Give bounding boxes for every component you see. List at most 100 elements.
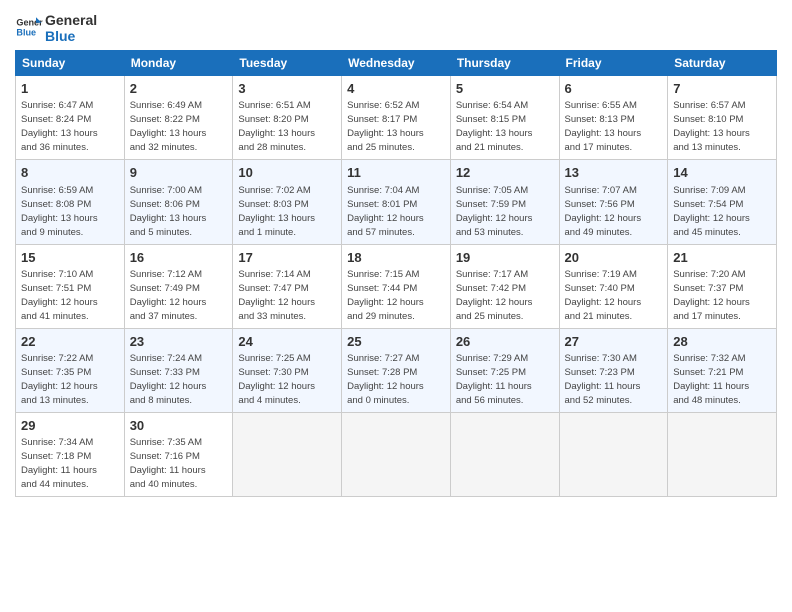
day-number: 3: [238, 80, 336, 98]
day-number: 14: [673, 164, 771, 182]
day-info: Sunrise: 6:47 AM Sunset: 8:24 PM Dayligh…: [21, 100, 98, 153]
day-number: 21: [673, 249, 771, 267]
day-number: 29: [21, 417, 119, 435]
day-info: Sunrise: 7:32 AM Sunset: 7:21 PM Dayligh…: [673, 353, 749, 406]
calendar-day-16: 16 Sunrise: 7:12 AM Sunset: 7:49 PM Dayli…: [124, 244, 233, 328]
day-info: Sunrise: 7:02 AM Sunset: 8:03 PM Dayligh…: [238, 185, 315, 238]
header-day-saturday: Saturday: [668, 51, 777, 76]
day-number: 24: [238, 333, 336, 351]
calendar-day-1: 1Sunrise: 6:47 AM Sunset: 8:24 PM Daylig…: [16, 76, 125, 160]
day-number: 27: [565, 333, 663, 351]
day-number: 17: [238, 249, 336, 267]
day-number: 15: [21, 249, 119, 267]
day-info: Sunrise: 7:27 AM Sunset: 7:28 PM Dayligh…: [347, 353, 424, 406]
day-number: 30: [130, 417, 228, 435]
calendar-table: SundayMondayTuesdayWednesdayThursdayFrid…: [15, 50, 777, 497]
calendar-day-17: 17 Sunrise: 7:14 AM Sunset: 7:47 PM Dayli…: [233, 244, 342, 328]
logo-text-blue: Blue: [45, 28, 97, 44]
logo-icon: General Blue: [15, 13, 43, 41]
calendar-day-13: 13 Sunrise: 7:07 AM Sunset: 7:56 PM Dayli…: [559, 160, 668, 244]
day-info: Sunrise: 7:00 AM Sunset: 8:06 PM Dayligh…: [130, 185, 207, 238]
logo: General Blue General Blue: [15, 10, 97, 44]
day-number: 9: [130, 164, 228, 182]
day-info: Sunrise: 7:34 AM Sunset: 7:18 PM Dayligh…: [21, 437, 97, 490]
calendar-header: SundayMondayTuesdayWednesdayThursdayFrid…: [16, 51, 777, 76]
calendar-day-7: 7Sunrise: 6:57 AM Sunset: 8:10 PM Daylig…: [668, 76, 777, 160]
calendar-day-18: 18Sunrise: 7:15 AM Sunset: 7:44 PM Dayli…: [342, 244, 451, 328]
day-number: 26: [456, 333, 554, 351]
day-number: 2: [130, 80, 228, 98]
day-info: Sunrise: 7:22 AM Sunset: 7:35 PM Dayligh…: [21, 353, 98, 406]
day-number: 23: [130, 333, 228, 351]
header-row: SundayMondayTuesdayWednesdayThursdayFrid…: [16, 51, 777, 76]
day-number: 11: [347, 164, 445, 182]
calendar-day-3: 3Sunrise: 6:51 AM Sunset: 8:20 PM Daylig…: [233, 76, 342, 160]
day-number: 4: [347, 80, 445, 98]
calendar-day-12: 12 Sunrise: 7:05 AM Sunset: 7:59 PM Dayli…: [450, 160, 559, 244]
day-number: 16: [130, 249, 228, 267]
day-info: Sunrise: 6:52 AM Sunset: 8:17 PM Dayligh…: [347, 100, 424, 153]
calendar-empty: [233, 412, 342, 496]
day-info: Sunrise: 7:14 AM Sunset: 7:47 PM Dayligh…: [238, 269, 315, 322]
calendar-day-10: 10 Sunrise: 7:02 AM Sunset: 8:03 PM Dayli…: [233, 160, 342, 244]
day-info: Sunrise: 7:07 AM Sunset: 7:56 PM Dayligh…: [565, 185, 642, 238]
day-info: Sunrise: 7:15 AM Sunset: 7:44 PM Dayligh…: [347, 269, 424, 322]
header-day-sunday: Sunday: [16, 51, 125, 76]
calendar-day-28: 28 Sunrise: 7:32 AM Sunset: 7:21 PM Dayli…: [668, 328, 777, 412]
calendar-week-4: 29 Sunrise: 7:34 AM Sunset: 7:18 PM Dayli…: [16, 412, 777, 496]
calendar-day-21: 21 Sunrise: 7:20 AM Sunset: 7:37 PM Dayli…: [668, 244, 777, 328]
calendar-week-1: 8 Sunrise: 6:59 AM Sunset: 8:08 PM Daylig…: [16, 160, 777, 244]
calendar-day-29: 29 Sunrise: 7:34 AM Sunset: 7:18 PM Dayli…: [16, 412, 125, 496]
day-info: Sunrise: 7:19 AM Sunset: 7:40 PM Dayligh…: [565, 269, 642, 322]
calendar-day-26: 26 Sunrise: 7:29 AM Sunset: 7:25 PM Dayli…: [450, 328, 559, 412]
day-info: Sunrise: 7:20 AM Sunset: 7:37 PM Dayligh…: [673, 269, 750, 322]
calendar-day-2: 2 Sunrise: 6:49 AM Sunset: 8:22 PM Daylig…: [124, 76, 233, 160]
day-number: 28: [673, 333, 771, 351]
day-info: Sunrise: 7:09 AM Sunset: 7:54 PM Dayligh…: [673, 185, 750, 238]
calendar-day-14: 14 Sunrise: 7:09 AM Sunset: 7:54 PM Dayli…: [668, 160, 777, 244]
day-info: Sunrise: 7:12 AM Sunset: 7:49 PM Dayligh…: [130, 269, 207, 322]
header-day-tuesday: Tuesday: [233, 51, 342, 76]
day-info: Sunrise: 7:17 AM Sunset: 7:42 PM Dayligh…: [456, 269, 533, 322]
calendar-day-5: 5Sunrise: 6:54 AM Sunset: 8:15 PM Daylig…: [450, 76, 559, 160]
day-number: 25: [347, 333, 445, 351]
header-day-monday: Monday: [124, 51, 233, 76]
day-number: 8: [21, 164, 119, 182]
calendar-day-25: 25 Sunrise: 7:27 AM Sunset: 7:28 PM Dayli…: [342, 328, 451, 412]
calendar-day-20: 20 Sunrise: 7:19 AM Sunset: 7:40 PM Dayli…: [559, 244, 668, 328]
calendar-day-23: 23 Sunrise: 7:24 AM Sunset: 7:33 PM Dayli…: [124, 328, 233, 412]
calendar-day-19: 19 Sunrise: 7:17 AM Sunset: 7:42 PM Dayli…: [450, 244, 559, 328]
day-info: Sunrise: 6:59 AM Sunset: 8:08 PM Dayligh…: [21, 185, 98, 238]
calendar-day-4: 4 Sunrise: 6:52 AM Sunset: 8:17 PM Daylig…: [342, 76, 451, 160]
calendar-empty: [342, 412, 451, 496]
day-info: Sunrise: 6:54 AM Sunset: 8:15 PM Dayligh…: [456, 100, 533, 153]
day-info: Sunrise: 7:04 AM Sunset: 8:01 PM Dayligh…: [347, 185, 424, 238]
day-number: 19: [456, 249, 554, 267]
calendar-week-2: 15 Sunrise: 7:10 AM Sunset: 7:51 PM Dayli…: [16, 244, 777, 328]
calendar-empty: [668, 412, 777, 496]
calendar-week-3: 22Sunrise: 7:22 AM Sunset: 7:35 PM Dayli…: [16, 328, 777, 412]
logo-text-general: General: [45, 12, 97, 28]
calendar-day-24: 24 Sunrise: 7:25 AM Sunset: 7:30 PM Dayli…: [233, 328, 342, 412]
day-info: Sunrise: 7:05 AM Sunset: 7:59 PM Dayligh…: [456, 185, 533, 238]
calendar-day-30: 30Sunrise: 7:35 AM Sunset: 7:16 PM Dayli…: [124, 412, 233, 496]
day-number: 20: [565, 249, 663, 267]
day-info: Sunrise: 7:10 AM Sunset: 7:51 PM Dayligh…: [21, 269, 98, 322]
calendar-body: 1Sunrise: 6:47 AM Sunset: 8:24 PM Daylig…: [16, 76, 777, 497]
day-number: 6: [565, 80, 663, 98]
day-number: 10: [238, 164, 336, 182]
day-info: Sunrise: 7:25 AM Sunset: 7:30 PM Dayligh…: [238, 353, 315, 406]
svg-text:Blue: Blue: [16, 27, 36, 37]
day-info: Sunrise: 6:57 AM Sunset: 8:10 PM Dayligh…: [673, 100, 750, 153]
day-info: Sunrise: 7:24 AM Sunset: 7:33 PM Dayligh…: [130, 353, 207, 406]
day-info: Sunrise: 7:29 AM Sunset: 7:25 PM Dayligh…: [456, 353, 532, 406]
calendar-empty: [559, 412, 668, 496]
day-info: Sunrise: 6:49 AM Sunset: 8:22 PM Dayligh…: [130, 100, 207, 153]
day-info: Sunrise: 6:55 AM Sunset: 8:13 PM Dayligh…: [565, 100, 642, 153]
calendar-day-22: 22Sunrise: 7:22 AM Sunset: 7:35 PM Dayli…: [16, 328, 125, 412]
day-number: 12: [456, 164, 554, 182]
day-info: Sunrise: 7:30 AM Sunset: 7:23 PM Dayligh…: [565, 353, 641, 406]
calendar-day-27: 27 Sunrise: 7:30 AM Sunset: 7:23 PM Dayli…: [559, 328, 668, 412]
header-day-friday: Friday: [559, 51, 668, 76]
day-number: 13: [565, 164, 663, 182]
